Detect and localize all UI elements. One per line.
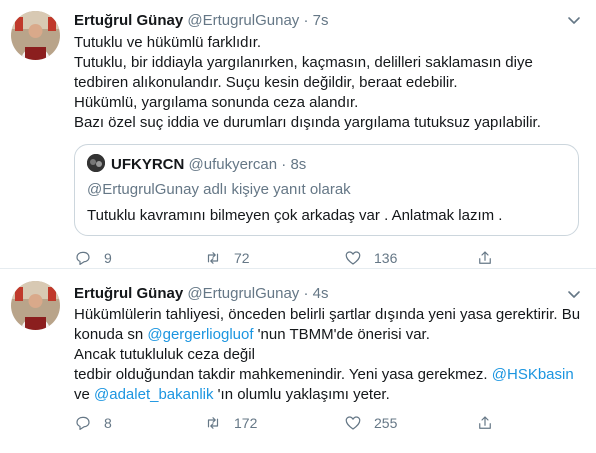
tweet[interactable]: Ertuğrul Günay @ErtugrulGunay · 7s Tutuk… — [0, 0, 596, 269]
share-icon — [479, 416, 491, 429]
retweet-icon — [207, 252, 219, 264]
tweet-line: Bazı özel suç iddia ve durumları dışında… — [74, 114, 541, 131]
quoted-tweet[interactable]: UFKYRCN @ufukyercan · 8s @ErtugrulGunay … — [74, 144, 579, 236]
timestamp[interactable]: 4s — [313, 285, 329, 302]
tweet-line: ve @adalet_bakanlik 'ın olumlu yaklaşımı… — [74, 385, 579, 405]
avatar[interactable] — [11, 11, 60, 60]
quoted-timestamp[interactable]: 8s — [290, 156, 306, 173]
quoted-tweet-text: Tutuklu kavramını bilmeyen çok arkadaş v… — [87, 207, 503, 224]
author-handle[interactable]: @ErtugrulGunay — [187, 12, 299, 29]
heart-icon — [345, 416, 361, 430]
reply-icon — [76, 416, 90, 430]
separator-dot: · — [303, 12, 309, 29]
tweet[interactable]: Ertuğrul Günay @ErtugrulGunay · 4s Hüküm… — [0, 269, 596, 453]
reply-count: 8 — [104, 415, 112, 431]
retweet-icon — [207, 417, 219, 429]
author-name[interactable]: Ertuğrul Günay — [74, 285, 183, 302]
tweet-text-segment: tedbir olduğundan takdir mahkemenindir. … — [74, 366, 492, 383]
tweet-text-segment: 'nun TBMM'de önerisi var. — [253, 326, 430, 343]
tweet-actions: 8 172 255 — [74, 413, 579, 433]
tweet-line: Tutuklu, bir iddiayla yargılanırken, kaç… — [74, 54, 533, 71]
tweet-line: Ancak tutukluluk ceza değil — [74, 346, 255, 363]
avatar[interactable] — [11, 281, 60, 330]
mention-link[interactable]: @HSKbasin — [492, 366, 574, 383]
author-handle[interactable]: @ErtugrulGunay — [187, 285, 299, 302]
retweet-button[interactable]: 172 — [204, 413, 257, 433]
like-button[interactable]: 136 — [344, 248, 397, 268]
quoted-tweet-header: UFKYRCN @ufukyercan · 8s — [87, 154, 306, 175]
tweet-text-segment: 'ın olumlu yaklaşımı yeter. — [213, 386, 390, 403]
tweet-line: tedbir olduğundan takdir mahkemenindir. … — [74, 365, 579, 385]
tweet-actions: 9 72 136 — [74, 248, 579, 268]
like-button[interactable]: 255 — [344, 413, 397, 433]
share-icon — [479, 251, 491, 264]
separator-dot: · — [281, 156, 287, 173]
like-count: 255 — [374, 415, 398, 431]
tweet-line: tedbiren alıkonulandır. Suçu kesin değil… — [74, 74, 458, 91]
mention-link[interactable]: @gergerliogluof — [147, 326, 253, 343]
timestamp[interactable]: 7s — [313, 12, 329, 29]
tweet-text-segment: ve — [74, 386, 95, 403]
tweet-header: Ertuğrul Günay @ErtugrulGunay · 4s — [74, 284, 329, 304]
chevron-down-icon[interactable] — [566, 12, 582, 28]
retweet-button[interactable]: 72 — [204, 248, 250, 268]
heart-icon — [345, 251, 361, 265]
retweet-count: 72 — [234, 250, 250, 266]
tweet-text: Tutuklu ve hükümlü farklıdır. Tutuklu, b… — [74, 33, 579, 133]
share-button[interactable] — [476, 413, 494, 433]
chevron-down-icon[interactable] — [566, 286, 582, 302]
reply-context: @ErtugrulGunay adlı kişiye yanıt olarak — [87, 181, 351, 198]
tweet-line: Hükümlü, yargılama sonunda ceza alandır. — [74, 94, 359, 111]
tweet-line: Hükümlülerin tahliyesi, önceden belirli … — [74, 306, 581, 323]
like-count: 136 — [374, 250, 398, 266]
reply-count: 9 — [104, 250, 112, 266]
reply-button[interactable]: 9 — [74, 248, 112, 268]
reply-icon — [76, 251, 90, 265]
author-name[interactable]: Ertuğrul Günay — [74, 12, 183, 29]
tweet-text: Hükümlülerin tahliyesi, önceden belirli … — [74, 305, 581, 405]
share-button[interactable] — [476, 248, 494, 268]
mention-link[interactable]: @adalet_bakanlik — [94, 386, 213, 403]
quoted-avatar[interactable] — [87, 154, 105, 172]
quoted-author-handle[interactable]: @ufukyercan — [189, 156, 278, 173]
tweet-text-segment: konuda sn — [74, 326, 148, 343]
retweet-count: 172 — [234, 415, 258, 431]
reply-button[interactable]: 8 — [74, 413, 112, 433]
separator-dot: · — [303, 285, 309, 302]
tweet-line: Tutuklu ve hükümlü farklıdır. — [74, 34, 262, 51]
quoted-author-name[interactable]: UFKYRCN — [111, 156, 184, 173]
tweet-line: konuda sn @gergerliogluof 'nun TBMM'de ö… — [74, 325, 579, 345]
tweet-header: Ertuğrul Günay @ErtugrulGunay · 7s — [74, 11, 329, 31]
